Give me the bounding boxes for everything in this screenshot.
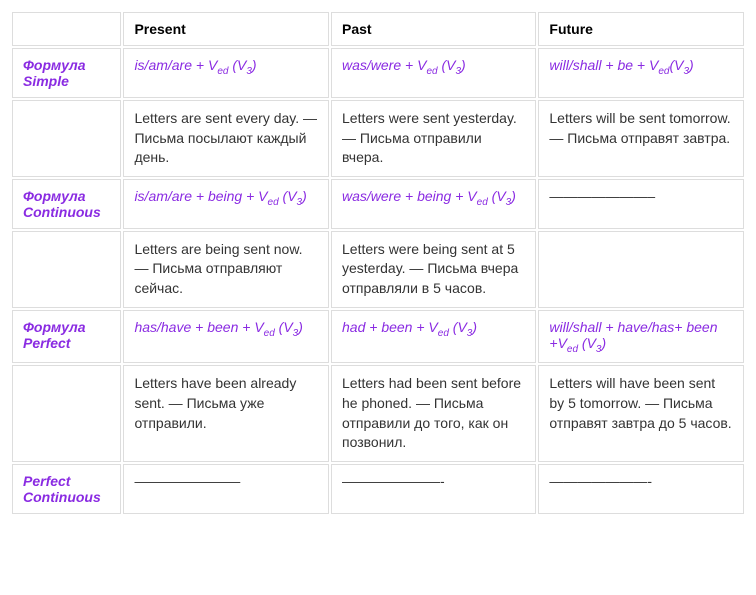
- perfect-present-example: Letters have been already sent. — Письма…: [123, 365, 329, 461]
- perfect-continuous-label: Perfect Continuous: [12, 464, 121, 514]
- perfect-future-formula: will/shall + have/has+ been +Ved (V3): [538, 310, 744, 364]
- continuous-future-example: [538, 231, 744, 308]
- empty-cell: [12, 231, 121, 308]
- header-blank: [12, 12, 121, 46]
- grammar-table: Present Past Future Формула Simple is/am…: [10, 10, 746, 516]
- simple-present-formula: is/am/are + Ved (V3): [123, 48, 329, 98]
- header-row: Present Past Future: [12, 12, 744, 46]
- simple-example-row: Letters are sent every day. — Письма пос…: [12, 100, 744, 177]
- perfect-future-example: Letters will have been sent by 5 tomorro…: [538, 365, 744, 461]
- perfect-continuous-past: ———————-: [331, 464, 536, 514]
- perfect-past-example: Letters had been sent before he phoned. …: [331, 365, 536, 461]
- simple-past-formula: was/were + Ved (V3): [331, 48, 536, 98]
- simple-formula-row: Формула Simple is/am/are + Ved (V3) was/…: [12, 48, 744, 98]
- simple-label: Формула Simple: [12, 48, 121, 98]
- continuous-past-example: Letters were being sent at 5 yesterday. …: [331, 231, 536, 308]
- header-past: Past: [331, 12, 536, 46]
- simple-future-example: Letters will be sent tomorrow. — Письма …: [538, 100, 744, 177]
- simple-past-example: Letters were sent yesterday. — Письма от…: [331, 100, 536, 177]
- continuous-example-row: Letters are being sent now. — Письма отп…: [12, 231, 744, 308]
- continuous-future-formula: ———————–: [538, 179, 744, 229]
- perfect-example-row: Letters have been already sent. — Письма…: [12, 365, 744, 461]
- empty-cell: [12, 100, 121, 177]
- perfect-continuous-row: Perfect Continuous ———————– ———————- ———…: [12, 464, 744, 514]
- header-future: Future: [538, 12, 744, 46]
- perfect-continuous-present: ———————–: [123, 464, 329, 514]
- continuous-present-example: Letters are being sent now. — Письма отп…: [123, 231, 329, 308]
- simple-present-example: Letters are sent every day. — Письма пос…: [123, 100, 329, 177]
- continuous-formula-row: Формула Continuous is/am/are + being + V…: [12, 179, 744, 229]
- perfect-present-formula: has/have + been + Ved (V3): [123, 310, 329, 364]
- empty-cell: [12, 365, 121, 461]
- perfect-past-formula: had + been + Ved (V3): [331, 310, 536, 364]
- perfect-formula-row: Формула Perfect has/have + been + Ved (V…: [12, 310, 744, 364]
- perfect-label: Формула Perfect: [12, 310, 121, 364]
- continuous-past-formula: was/were + being + Ved (V3): [331, 179, 536, 229]
- continuous-label: Формула Continuous: [12, 179, 121, 229]
- header-present: Present: [123, 12, 329, 46]
- simple-future-formula: will/shall + be + Ved(V3): [538, 48, 744, 98]
- perfect-continuous-future: ———————-: [538, 464, 744, 514]
- continuous-present-formula: is/am/are + being + Ved (V3): [123, 179, 329, 229]
